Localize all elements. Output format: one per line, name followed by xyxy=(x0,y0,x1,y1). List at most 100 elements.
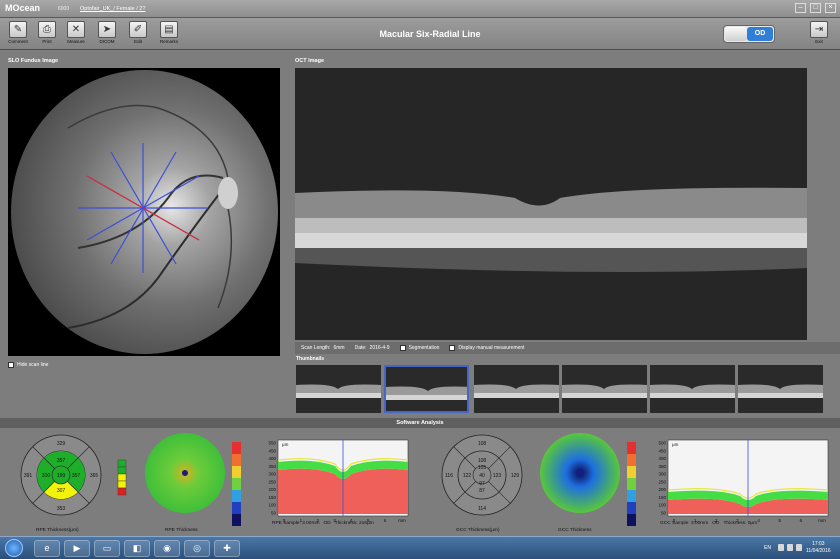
remarks-button[interactable]: ▤ Remarks xyxy=(158,21,180,47)
dicom-button[interactable]: ➤ DICOM xyxy=(96,21,118,47)
rpe-profile-y-tick: 300 xyxy=(268,472,276,477)
taskbar-folder-icon[interactable]: ▭ xyxy=(94,540,120,557)
gcc-profile-readout: GCC Sample: 3.00mm OD Thickness: 0μm xyxy=(660,521,758,526)
rpe-color-scale-stop xyxy=(232,466,241,478)
hide-scan-line-checkbox[interactable]: Hide scan line xyxy=(8,362,48,368)
software-analysis-panel: 199 357 310 307 357 329 391 353 365 40 108 122 87 123… xyxy=(0,428,840,536)
rpe-chart-outer-right: 365 xyxy=(90,473,99,479)
start-button[interactable] xyxy=(5,539,23,557)
rpe-chart-center-value: 199 xyxy=(57,473,66,479)
print-button[interactable]: ⎙ Print xyxy=(36,21,58,47)
thumbnails-title: Thumbnails xyxy=(296,356,325,362)
gcc-profile-y-tick: 100 xyxy=(658,503,666,508)
eye-label: OD xyxy=(747,27,773,41)
gcc-color-scale-stop xyxy=(627,514,636,526)
rpe-chart-inner-right: 357 xyxy=(72,473,81,479)
segmentation-checkbox[interactable]: Segmentation xyxy=(399,345,439,351)
gcc-color-scale-stop xyxy=(627,502,636,514)
taskbar-chrome-icon[interactable]: ◎ xyxy=(184,540,210,557)
flag-icon[interactable] xyxy=(778,544,784,551)
gcc-chart-inner-right: 123 xyxy=(493,473,502,479)
gcc-profile-y-tick: 50 xyxy=(661,511,667,516)
gcc-chart-outer-bottom: 114 xyxy=(478,506,486,512)
gcc-profile-y-unit: μm xyxy=(672,442,679,447)
app-logo: MOcean xyxy=(5,3,41,13)
gcc-profile-x-tick: 6 xyxy=(800,518,803,523)
checkbox-icon xyxy=(399,345,406,351)
thumbnail-5[interactable] xyxy=(650,365,735,413)
software-analysis-title: Software Analysis xyxy=(0,418,840,428)
thumbnail-3[interactable] xyxy=(474,365,559,413)
gcc-chart-outer-right: 129 xyxy=(511,473,520,479)
thumbnail-2[interactable] xyxy=(384,365,469,413)
rpe-legend-swatch xyxy=(117,480,127,489)
rpe-color-scale-stop xyxy=(232,454,241,466)
gcc-chart-outer-top: 108 xyxy=(478,441,487,447)
edit-button[interactable]: ✐ Edit xyxy=(127,21,149,47)
gcc-profile-y-tick: 250 xyxy=(658,479,666,484)
network-icon[interactable] xyxy=(787,544,793,551)
rpe-legend-swatch xyxy=(117,473,127,482)
taskbar-mocean-icon[interactable]: ✚ xyxy=(214,540,240,557)
volume-icon[interactable] xyxy=(796,544,802,551)
gcc-color-scale-stop xyxy=(627,478,636,490)
rpe-profile-y-tick: 200 xyxy=(268,487,276,492)
gcc-color-scale-stop xyxy=(627,490,636,502)
gcc-profile-y-tick: 400 xyxy=(658,456,666,461)
taskbar-media-icon[interactable]: ▶ xyxy=(64,540,90,557)
remarks-icon: ▤ xyxy=(160,21,178,38)
measure-button[interactable]: ✕ Measure xyxy=(65,21,87,47)
comment-button[interactable]: ✎ Comment xyxy=(7,21,29,47)
exit-button[interactable]: ⇥ Exit xyxy=(808,21,830,47)
gcc-chart-inner-left: 122 xyxy=(463,473,472,479)
taskbar-ie-icon[interactable]: e xyxy=(34,540,60,557)
gcc-chart-inner-bottom: 87 xyxy=(479,488,485,494)
eye-toggle[interactable]: OD xyxy=(723,25,775,43)
gcc-color-scale-stop xyxy=(627,454,636,466)
rpe-profile-x-tick: mm xyxy=(398,518,406,523)
app-model: 6000 xyxy=(58,6,70,12)
rpe-profile-y-tick: 450 xyxy=(268,448,276,453)
rpe-color-scale-stop xyxy=(232,478,241,490)
patient-link[interactable]: Optofair_UK_/ Female / 2? xyxy=(80,6,145,12)
gcc-profile-y-tick: 450 xyxy=(658,448,666,453)
rpe-map-caption: RPE Thickness xyxy=(165,528,198,533)
minimize-icon[interactable]: – xyxy=(795,3,806,13)
thumbnail-1[interactable] xyxy=(296,365,381,413)
rpe-chart-inner-top: 357 xyxy=(57,458,66,464)
taskbar-chat-icon[interactable]: ◧ xyxy=(124,540,150,557)
rpe-color-scale-stop xyxy=(232,514,241,526)
checkbox-icon xyxy=(449,345,456,351)
taskbar-clock[interactable]: 17:03 11/04/2016 xyxy=(806,541,831,555)
language-indicator[interactable]: EN xyxy=(764,545,771,551)
gcc-chart-inner-top: 108 xyxy=(478,458,487,464)
oct-image xyxy=(295,68,807,340)
maximize-icon[interactable]: □ xyxy=(810,3,821,13)
taskbar-app-icon[interactable]: ◉ xyxy=(154,540,180,557)
thumbnail-4[interactable] xyxy=(562,365,647,413)
gcc-chart-outer-left: 116 xyxy=(445,473,453,479)
rpe-legend-swatch xyxy=(117,459,127,468)
close-icon[interactable]: × xyxy=(825,3,836,13)
display-manual-checkbox[interactable]: Display manual measurement xyxy=(449,345,525,351)
gcc-thickness-map-fovea xyxy=(577,470,583,476)
rpe-color-scale-stop xyxy=(232,502,241,514)
system-tray xyxy=(778,544,802,551)
comment-icon: ✎ xyxy=(9,21,27,38)
gcc-profile-x-tick: 4 xyxy=(757,518,760,523)
thumbnail-6[interactable] xyxy=(738,365,823,413)
gcc-profile-x-tick: 5 xyxy=(778,518,781,523)
rpe-profile-y-tick: 50 xyxy=(271,511,277,516)
taskbar: e ▶ ▭ ◧ ◉ ◎ ✚ EN 17:03 11/04/2016 xyxy=(0,536,840,559)
oct-title: OCT Image xyxy=(295,58,325,64)
window-controls: – □ × xyxy=(795,3,836,13)
oct-scan xyxy=(295,68,807,340)
thumbnails-strip xyxy=(296,365,836,413)
rpe-color-scale-stop xyxy=(232,490,241,502)
rpe-profile-y-tick: 350 xyxy=(268,464,276,469)
rpe-profile-y-tick: 100 xyxy=(268,503,276,508)
measure-icon: ✕ xyxy=(67,21,85,38)
checkbox-icon xyxy=(8,362,14,368)
rpe-thickness-map-fovea xyxy=(182,470,188,476)
rpe-chart-outer-top: 329 xyxy=(57,441,66,447)
